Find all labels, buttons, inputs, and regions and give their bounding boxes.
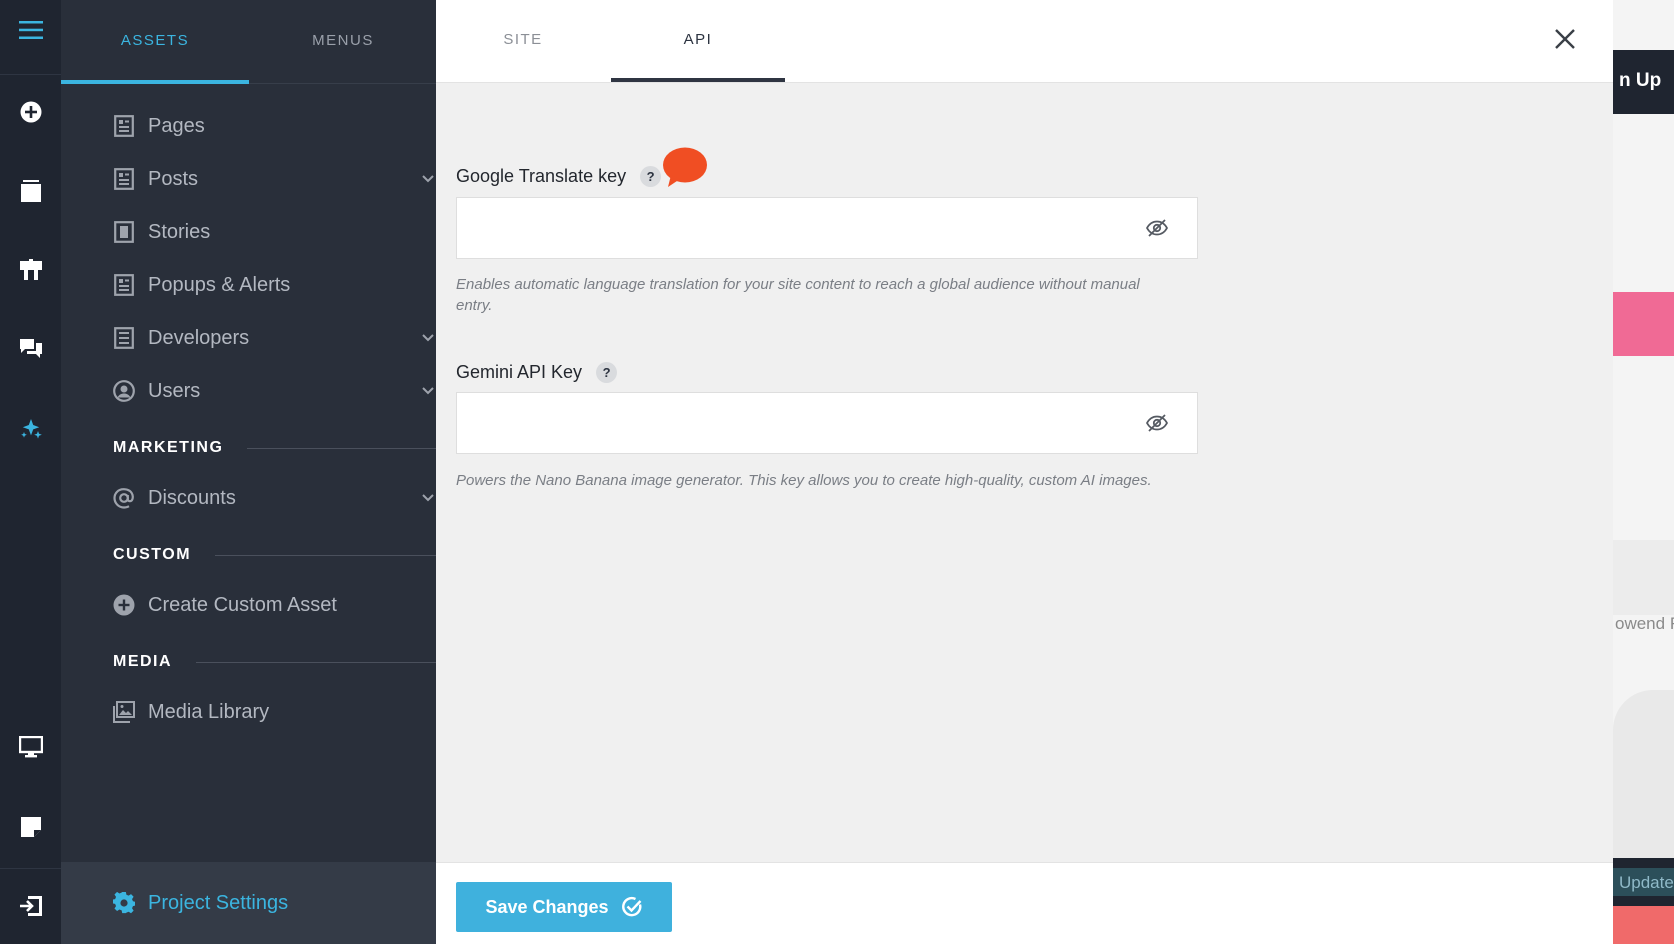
field-label-text: Gemini API Key xyxy=(456,362,583,382)
tab-assets[interactable]: ASSETS xyxy=(61,0,249,80)
sidebar-tabs: ASSETS MENUS xyxy=(61,0,436,84)
sidebar-item-label: Users xyxy=(148,379,201,402)
tab-api[interactable]: API xyxy=(611,0,785,78)
check-circle-icon xyxy=(621,896,643,918)
project-settings-label: Project Settings xyxy=(148,891,289,914)
help-icon[interactable]: ? xyxy=(596,362,618,383)
google-translate-key-label: Google Translate key ? xyxy=(456,166,662,187)
sidebar-item-label: Pages xyxy=(148,114,205,137)
chevron-down-icon[interactable] xyxy=(421,489,435,512)
notification-bubble-icon[interactable] xyxy=(662,147,708,194)
sidebar-item-label: Developers xyxy=(148,326,250,349)
sidebar-item-media-library[interactable]: Media Library xyxy=(113,692,443,732)
plus-circle-icon xyxy=(113,594,135,616)
story-icon xyxy=(113,221,135,243)
background-text: owend F xyxy=(1615,614,1674,633)
exit-icon[interactable] xyxy=(0,876,61,936)
desktop-icon[interactable] xyxy=(0,717,61,777)
user-circle-icon xyxy=(113,380,135,402)
sidebar-item-stories[interactable]: Stories xyxy=(113,212,443,252)
google-translate-key-hint: Enables automatic language translation f… xyxy=(456,276,1140,314)
active-tab-indicator xyxy=(61,80,249,84)
chat-icon[interactable] xyxy=(0,319,61,379)
background-signup-text: n Up xyxy=(1619,70,1662,91)
gemini-api-key-input[interactable] xyxy=(456,392,1198,454)
google-translate-key-input[interactable] xyxy=(456,197,1198,259)
sidebar-item-users[interactable]: Users xyxy=(113,371,443,411)
tab-menus[interactable]: MENUS xyxy=(249,0,437,80)
background-shape xyxy=(1613,690,1674,860)
project-settings-button[interactable]: Project Settings xyxy=(61,862,436,944)
sidebar-item-pages[interactable]: Pages xyxy=(113,106,443,146)
settings-panel: SITE API Google Translate key ? Enables … xyxy=(436,0,1613,945)
gear-icon xyxy=(113,892,135,914)
section-title: MEDIA xyxy=(113,653,173,670)
tools-icon[interactable] xyxy=(0,240,61,300)
sidebar-item-label: Posts xyxy=(148,167,199,190)
background-signup-button: n Up xyxy=(1613,50,1674,114)
section-media: MEDIA xyxy=(113,650,445,674)
background-update-text: Update xyxy=(1619,873,1674,892)
background-page: n Up owend F Update xyxy=(1613,0,1674,944)
section-title: MARKETING xyxy=(113,439,224,456)
sidebar-item-label: Discounts xyxy=(148,486,236,509)
chevron-down-icon[interactable] xyxy=(421,329,435,352)
page-icon xyxy=(113,327,135,349)
chevron-down-icon[interactable] xyxy=(421,382,435,405)
gemini-api-key-label: Gemini API Key ? xyxy=(456,362,618,383)
divider xyxy=(215,554,445,556)
sidebar-item-discounts[interactable]: Discounts xyxy=(113,478,443,518)
eye-off-icon[interactable] xyxy=(1142,408,1172,438)
section-custom: CUSTOM xyxy=(113,543,445,567)
gemini-api-key-hint: Powers the Nano Banana image generator. … xyxy=(456,472,1152,489)
page-icon xyxy=(113,115,135,137)
icon-rail xyxy=(0,0,62,944)
settings-footer: Save Changes xyxy=(436,862,1613,945)
background-dark-bar: Update xyxy=(1613,858,1674,906)
chevron-down-icon[interactable] xyxy=(421,170,435,193)
save-changes-button[interactable]: Save Changes xyxy=(456,882,672,932)
gallery-icon xyxy=(113,701,135,723)
active-tab-indicator xyxy=(611,78,785,82)
sparkles-icon[interactable] xyxy=(0,399,61,459)
page-icon xyxy=(113,168,135,190)
section-title: CUSTOM xyxy=(113,546,192,563)
save-button-label: Save Changes xyxy=(485,896,609,917)
at-icon xyxy=(113,487,135,509)
section-marketing: MARKETING xyxy=(113,436,445,460)
settings-header: SITE API xyxy=(436,0,1613,83)
page-icon xyxy=(113,274,135,296)
sidebar-item-label: Create Custom Asset xyxy=(148,593,337,616)
add-circle-icon[interactable] xyxy=(0,82,61,142)
eye-off-icon[interactable] xyxy=(1142,213,1172,243)
sidebar-item-developers[interactable]: Developers xyxy=(113,318,443,358)
sidebar-item-posts[interactable]: Posts xyxy=(113,159,443,199)
note-icon[interactable] xyxy=(0,797,61,857)
background-red-strip xyxy=(1613,906,1674,944)
background-card xyxy=(1613,540,1674,615)
sidebar-item-popups-alerts[interactable]: Popups & Alerts xyxy=(113,265,443,305)
assets-sidebar: ASSETS MENUS Pages Posts Stories Popups … xyxy=(61,0,445,944)
sidebar-item-label: Popups & Alerts xyxy=(148,273,291,296)
sidebar-item-label: Media Library xyxy=(148,700,270,723)
divider xyxy=(247,447,445,449)
help-icon[interactable]: ? xyxy=(640,166,662,187)
hamburger-menu-icon[interactable] xyxy=(0,0,61,60)
close-icon[interactable] xyxy=(1548,22,1582,56)
layers-icon[interactable] xyxy=(0,161,61,221)
divider xyxy=(196,661,445,663)
sidebar-item-create-custom-asset[interactable]: Create Custom Asset xyxy=(113,585,443,625)
background-pink-block xyxy=(1613,292,1674,356)
field-label-text: Google Translate key xyxy=(456,166,627,186)
tab-site[interactable]: SITE xyxy=(436,0,610,78)
sidebar-item-label: Stories xyxy=(148,220,211,243)
